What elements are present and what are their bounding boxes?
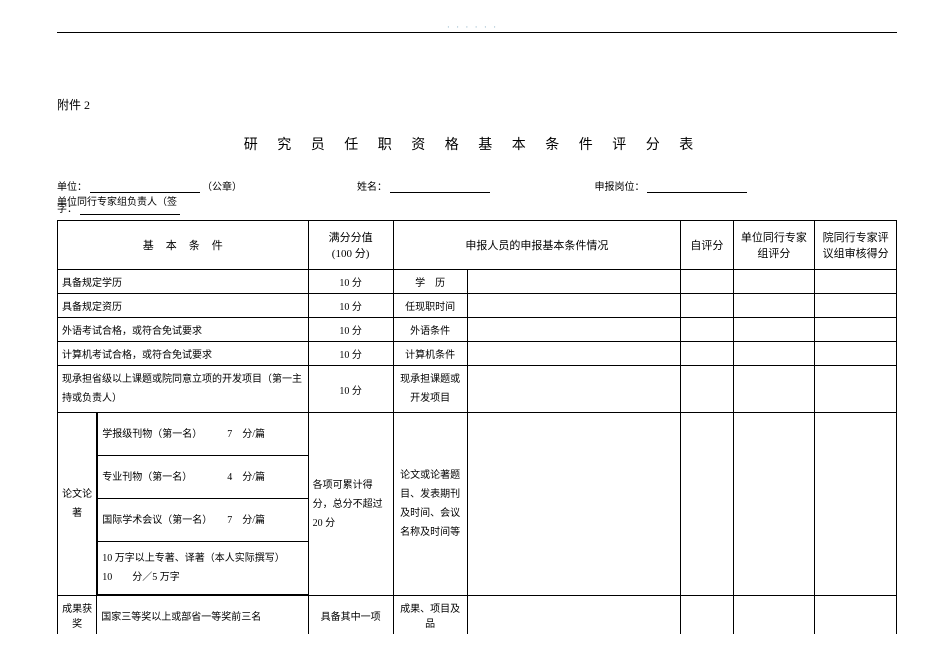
value-tenure[interactable] bbox=[467, 294, 681, 318]
header-fullscore: 满分分值 bbox=[313, 229, 389, 245]
meta-row: 单位： （公章） 姓名： 申报岗位： 单位同行专家组负责人（签 bbox=[57, 178, 897, 208]
label-achievement: 成果、项目及品 bbox=[393, 596, 467, 635]
self-language[interactable] bbox=[681, 318, 733, 342]
value-education[interactable] bbox=[467, 270, 681, 294]
papers-sub1: 学报级刊物（第一名） 7 分/篇 bbox=[98, 413, 308, 456]
attachment-label: 附件 2 bbox=[57, 96, 90, 113]
unit-language[interactable] bbox=[733, 318, 815, 342]
unit-education[interactable] bbox=[733, 270, 815, 294]
signer-field[interactable] bbox=[80, 202, 180, 215]
unit-project[interactable] bbox=[733, 366, 815, 413]
papers-sub3: 国际学术会议（第一名） 7 分/篇 bbox=[98, 499, 308, 542]
page-marker: · · · · · · bbox=[447, 22, 498, 32]
row-language: 外语考试合格，或符合免试要求 10 分 外语条件 bbox=[58, 318, 897, 342]
score-education: 10 分 bbox=[308, 270, 393, 294]
inst-project[interactable] bbox=[815, 366, 897, 413]
group-papers: 论文论著 bbox=[58, 413, 97, 596]
score-computer: 10 分 bbox=[308, 342, 393, 366]
row-project: 现承担省级以上课题或院同意立项的开发项目（第一主持或负责人） 10 分 现承担课… bbox=[58, 366, 897, 413]
header-applicant: 申报人员的申报基本条件情况 bbox=[393, 221, 681, 270]
top-divider bbox=[57, 32, 897, 33]
label-papers: 论文或论著题目、发表期刊及时间、会议名称及时间等 bbox=[393, 413, 467, 596]
self-computer[interactable] bbox=[681, 342, 733, 366]
value-papers[interactable] bbox=[467, 413, 681, 596]
cond-education: 具备规定学历 bbox=[58, 270, 309, 294]
self-tenure[interactable] bbox=[681, 294, 733, 318]
self-achievement[interactable] bbox=[681, 596, 733, 635]
cond-language: 外语考试合格，或符合免试要求 bbox=[58, 318, 309, 342]
position-label: 申报岗位： bbox=[595, 178, 645, 193]
inst-achievement[interactable] bbox=[815, 596, 897, 635]
label-language: 外语条件 bbox=[393, 318, 467, 342]
inst-education[interactable] bbox=[815, 270, 897, 294]
cond-achievement: 国家三等奖以上或部省一等奖前三名 bbox=[97, 596, 308, 635]
group-achievement: 成果获奖 bbox=[58, 596, 97, 635]
unit-label: 单位： bbox=[57, 178, 87, 193]
label-tenure: 任现职时间 bbox=[393, 294, 467, 318]
self-project[interactable] bbox=[681, 366, 733, 413]
header-fullscore-sub: (100 分) bbox=[313, 245, 389, 261]
papers-sub4: 10 万字以上专著、译著（本人实际撰写） 10 分／5 万字 bbox=[98, 542, 308, 595]
label-project: 现承担课题或开发项目 bbox=[393, 366, 467, 413]
header-unitgroup: 单位同行专家组评分 bbox=[733, 221, 815, 270]
value-achievement[interactable] bbox=[467, 596, 681, 635]
value-computer[interactable] bbox=[467, 342, 681, 366]
name-label: 姓名： bbox=[357, 178, 387, 193]
meta-row-2: 字： bbox=[57, 200, 180, 215]
header-instgroup: 院同行专家评议组审核得分 bbox=[815, 221, 897, 270]
self-education[interactable] bbox=[681, 270, 733, 294]
signer-label-2: 字： bbox=[57, 204, 77, 215]
unit-field[interactable] bbox=[90, 180, 200, 193]
value-language[interactable] bbox=[467, 318, 681, 342]
unit-achievement[interactable] bbox=[733, 596, 815, 635]
row-papers: 论文论著 学报级刊物（第一名） 7 分/篇 专业刊物（第一名） 4 分/篇 国际… bbox=[58, 413, 897, 596]
inst-language[interactable] bbox=[815, 318, 897, 342]
name-field[interactable] bbox=[390, 180, 490, 193]
unit-suffix: （公章） bbox=[202, 178, 242, 193]
position-field[interactable] bbox=[647, 180, 747, 193]
header-basic: 基本条件 bbox=[131, 240, 235, 252]
unit-tenure[interactable] bbox=[733, 294, 815, 318]
document-title: 研 究 员 任 职 资 格 基 本 条 件 评 分 表 bbox=[0, 134, 945, 154]
row-computer: 计算机考试合格，或符合免试要求 10 分 计算机条件 bbox=[58, 342, 897, 366]
score-tenure: 10 分 bbox=[308, 294, 393, 318]
inst-papers[interactable] bbox=[815, 413, 897, 596]
score-table: 基本条件 满分分值(100 分) 申报人员的申报基本条件情况 自评分 单位同行专… bbox=[57, 220, 897, 634]
score-project: 10 分 bbox=[308, 366, 393, 413]
label-education: 学 历 bbox=[393, 270, 467, 294]
inst-tenure[interactable] bbox=[815, 294, 897, 318]
row-achievement: 成果获奖 国家三等奖以上或部省一等奖前三名 具备其中一项 成果、项目及品 bbox=[58, 596, 897, 635]
row-education: 具备规定学历 10 分 学 历 bbox=[58, 270, 897, 294]
papers-subtable: 学报级刊物（第一名） 7 分/篇 专业刊物（第一名） 4 分/篇 国际学术会议（… bbox=[97, 413, 307, 595]
score-achievement: 具备其中一项 bbox=[308, 596, 393, 635]
papers-sub2: 专业刊物（第一名） 4 分/篇 bbox=[98, 456, 308, 499]
cond-project: 现承担省级以上课题或院同意立项的开发项目（第一主持或负责人） bbox=[58, 366, 309, 413]
unit-papers[interactable] bbox=[733, 413, 815, 596]
unit-computer[interactable] bbox=[733, 342, 815, 366]
header-row: 基本条件 满分分值(100 分) 申报人员的申报基本条件情况 自评分 单位同行专… bbox=[58, 221, 897, 270]
score-language: 10 分 bbox=[308, 318, 393, 342]
cond-computer: 计算机考试合格，或符合免试要求 bbox=[58, 342, 309, 366]
row-tenure: 具备规定资历 10 分 任现职时间 bbox=[58, 294, 897, 318]
value-project[interactable] bbox=[467, 366, 681, 413]
self-papers[interactable] bbox=[681, 413, 733, 596]
header-self: 自评分 bbox=[681, 221, 733, 270]
cond-tenure: 具备规定资历 bbox=[58, 294, 309, 318]
inst-computer[interactable] bbox=[815, 342, 897, 366]
score-papers: 各项可累计得分，总分不超过20 分 bbox=[308, 413, 393, 596]
label-computer: 计算机条件 bbox=[393, 342, 467, 366]
